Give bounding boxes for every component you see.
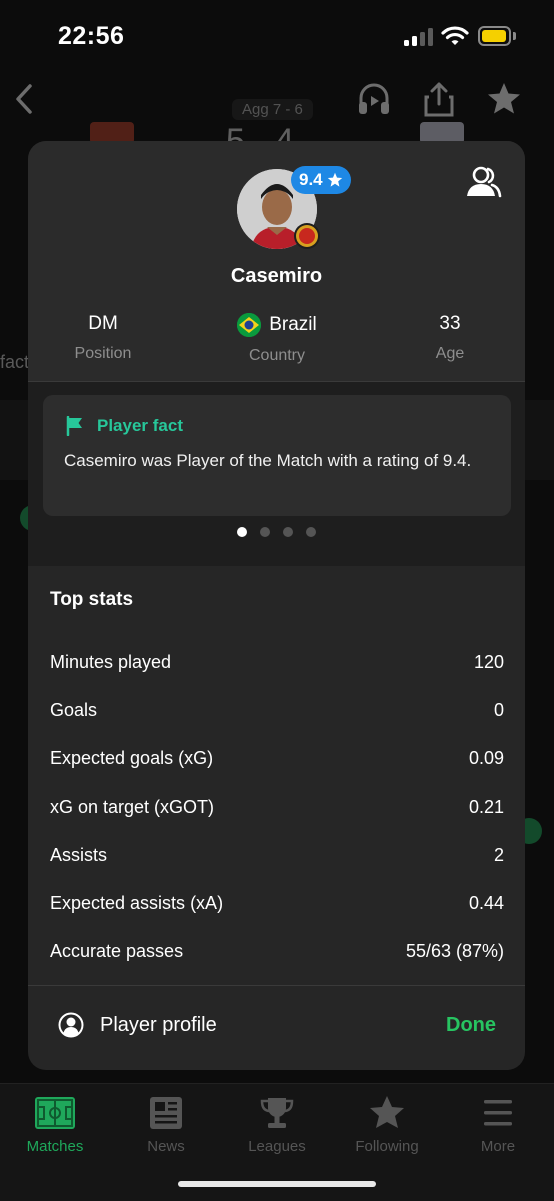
tab-more[interactable]: More [443, 1094, 553, 1155]
home-indicator [178, 1181, 376, 1187]
flag-icon [66, 416, 82, 436]
stat-label: Minutes played [50, 652, 172, 672]
country-value: Brazil [269, 314, 317, 335]
battery-icon [478, 26, 511, 46]
favorite-star-icon[interactable] [485, 80, 523, 118]
stat-label: Goals [50, 700, 98, 720]
background-tab-fragment: fact [0, 352, 30, 372]
star-icon [327, 172, 342, 187]
stat-label: Expected goals (xG) [50, 748, 214, 768]
player-fact-title: Player fact [97, 416, 183, 435]
page-dot[interactable] [306, 527, 316, 537]
brazil-flag-icon [237, 313, 262, 337]
player-profile-label: Player profile [100, 1013, 217, 1036]
tab-news[interactable]: News [111, 1094, 221, 1155]
star-icon [370, 1096, 404, 1128]
stat-row: xG on target (xGOT) 0.21 [50, 797, 504, 818]
tab-matches[interactable]: Matches [0, 1094, 110, 1155]
stat-row: Expected assists (xA) 0.44 [50, 893, 504, 914]
stat-value: 2 [493, 845, 504, 865]
position-value: DM [88, 313, 118, 334]
stat-label: Assists [50, 845, 108, 865]
club-badge-icon [294, 223, 320, 249]
page-dot[interactable] [283, 527, 293, 537]
wifi-icon [441, 26, 469, 45]
country-label: Country [248, 347, 306, 364]
tab-label: News [147, 1138, 185, 1155]
stat-row: Accurate passes 55/63 (87%) [50, 941, 504, 962]
newspaper-icon [150, 1097, 182, 1129]
pitch-icon [35, 1097, 75, 1129]
carousel-page-dots [28, 527, 525, 537]
tab-label: Matches [26, 1138, 84, 1155]
age-value: 33 [439, 313, 461, 334]
headphones-icon[interactable] [355, 80, 393, 118]
player-profile-icon[interactable] [464, 165, 502, 199]
country-info: Brazil Country [202, 313, 352, 365]
tab-label: Leagues [248, 1138, 306, 1155]
stat-row: Expected goals (xG) 0.09 [50, 748, 504, 769]
page-dot[interactable] [260, 527, 270, 537]
player-fact-carousel[interactable]: Player fact Casemiro was Player of the M… [28, 382, 525, 566]
stat-value: 0.21 [468, 797, 504, 817]
stat-value: 0.09 [468, 748, 504, 768]
age-label: Age [435, 345, 465, 362]
tab-leagues[interactable]: Leagues [222, 1094, 332, 1155]
stat-label: Accurate passes [50, 941, 184, 961]
sheet-footer: Player profile Done [28, 986, 525, 1070]
player-rating-badge: 9.4 [291, 166, 351, 194]
stat-value: 55/63 (87%) [405, 941, 504, 961]
tab-label: Following [355, 1138, 419, 1155]
position-label: Position [74, 345, 132, 362]
top-stats-title: Top stats [50, 589, 134, 610]
player-header: 9.4 Casemiro DM Position Brazil Country … [28, 141, 525, 381]
battery-cap [513, 32, 516, 40]
tab-label: More [480, 1138, 516, 1155]
person-circle-icon [58, 1012, 84, 1038]
stat-row: Minutes played 120 [50, 652, 504, 673]
tab-following[interactable]: Following [332, 1094, 442, 1155]
trophy-icon [260, 1098, 294, 1128]
menu-icon [484, 1100, 512, 1126]
cellular-signal-icon [404, 28, 434, 46]
stat-label: Expected assists (xA) [50, 893, 224, 913]
stat-value: 120 [473, 652, 504, 672]
status-bar: 22:56 [0, 0, 554, 72]
player-fact-card[interactable]: Player fact Casemiro was Player of the M… [43, 395, 511, 516]
stat-value: 0 [493, 700, 504, 720]
status-time: 22:56 [58, 22, 125, 50]
position-info: DM Position [28, 313, 178, 363]
aggregate-score: Agg 7 - 6 [232, 99, 313, 120]
stat-row: Assists 2 [50, 845, 504, 866]
stat-value: 0.44 [468, 893, 504, 913]
page-dot[interactable] [237, 527, 247, 537]
share-icon[interactable] [420, 80, 458, 118]
player-profile-button[interactable]: Player profile [58, 1012, 217, 1038]
player-rating-value: 9.4 [299, 170, 323, 189]
back-arrow-icon[interactable] [10, 82, 40, 116]
player-fact-text: Casemiro was Player of the Match with a … [64, 451, 472, 470]
player-stats-sheet: 9.4 Casemiro DM Position Brazil Country … [28, 141, 525, 1070]
stat-label: xG on target (xGOT) [50, 797, 215, 817]
player-name: Casemiro [230, 265, 323, 287]
age-info: 33 Age [375, 313, 525, 363]
stat-row: Goals 0 [50, 700, 504, 721]
done-button[interactable]: Done [446, 1014, 496, 1037]
